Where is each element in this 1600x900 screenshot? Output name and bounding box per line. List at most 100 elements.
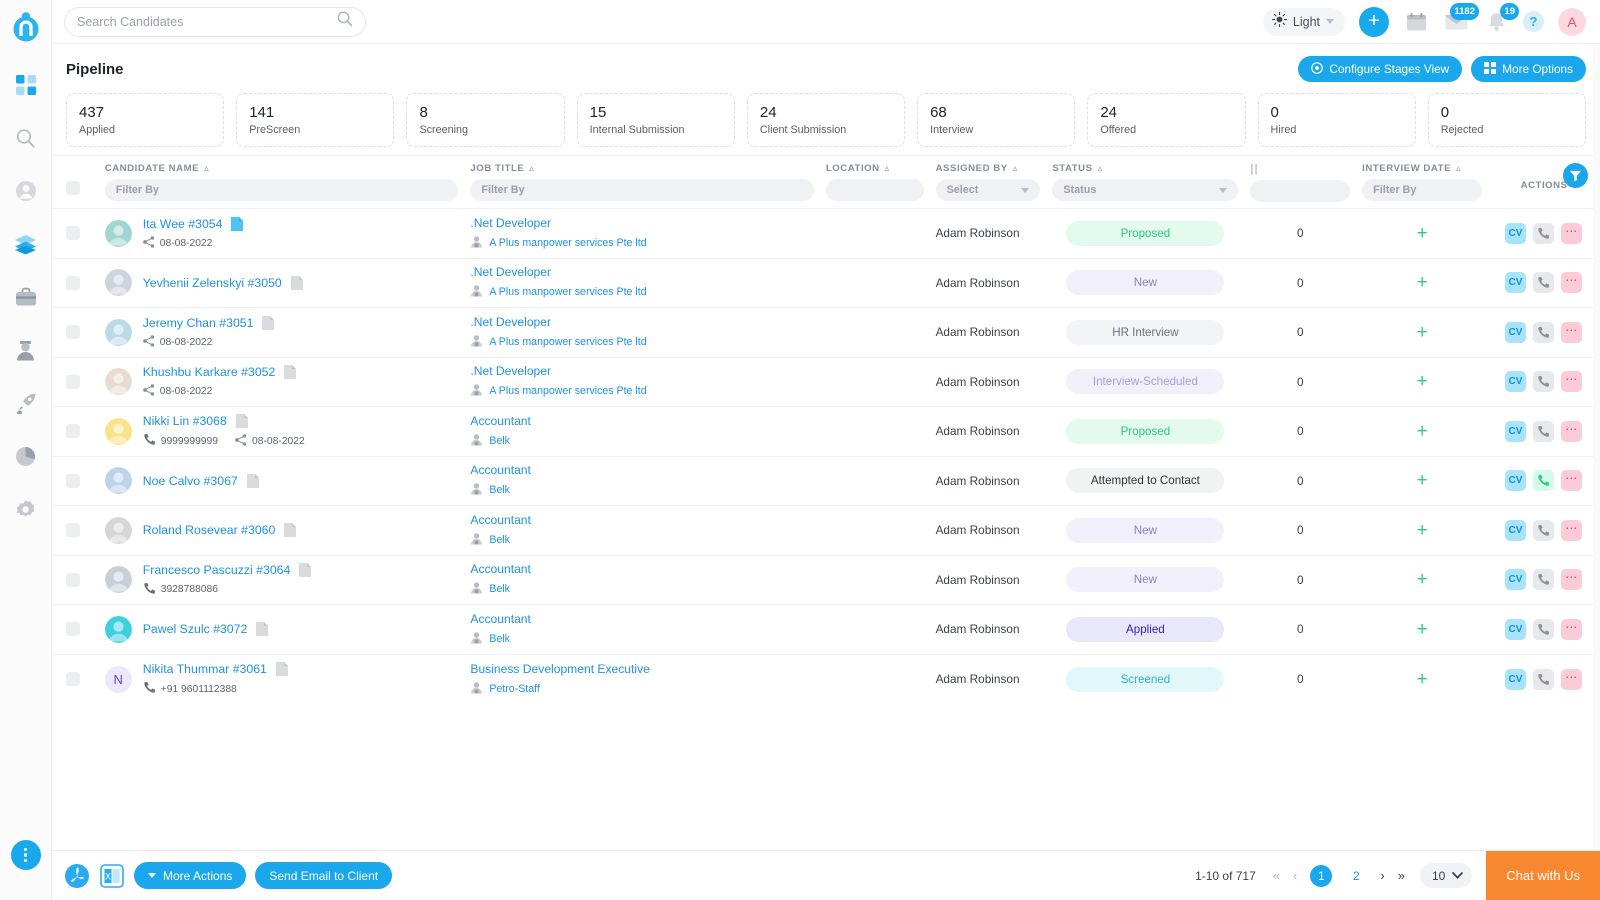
row-more-button[interactable]: ⋯ (1561, 223, 1582, 244)
row-more-button[interactable]: ⋯ (1561, 569, 1582, 590)
document-icon[interactable] (275, 661, 289, 677)
row-checkbox[interactable] (66, 672, 80, 686)
company-link[interactable]: Belk (470, 631, 814, 647)
candidate-name-link[interactable]: Pawel Szulc #3072 (143, 622, 248, 636)
scrollbar-track[interactable] (1593, 44, 1600, 850)
filter-status[interactable]: Status (1052, 179, 1238, 201)
help-icon[interactable]: ? (1523, 11, 1544, 32)
add-interview-date-icon[interactable]: + (1362, 521, 1482, 540)
table-row[interactable]: Ita Wee #305408-08-2022.Net DeveloperA P… (52, 209, 1600, 259)
cv-button[interactable]: CV (1505, 421, 1526, 442)
add-interview-date-icon[interactable]: + (1362, 273, 1482, 292)
table-row[interactable]: Nikki Lin #3068999999999908-08-2022Accou… (52, 407, 1600, 457)
mail-icon[interactable]: 1182 (1443, 9, 1469, 35)
job-title-link[interactable]: .Net Developer (470, 265, 814, 279)
sort-asc-icon[interactable]: ▵ (1013, 163, 1018, 174)
filter-assigned-by[interactable]: Select (936, 179, 1041, 201)
document-icon[interactable] (298, 562, 312, 578)
row-more-button[interactable]: ⋯ (1561, 272, 1582, 293)
add-interview-date-icon[interactable]: + (1362, 471, 1482, 490)
status-badge[interactable]: Proposed (1066, 419, 1224, 444)
status-badge[interactable]: New (1066, 270, 1224, 295)
cv-button[interactable]: CV (1505, 619, 1526, 640)
call-button[interactable] (1533, 322, 1554, 343)
cv-button[interactable]: CV (1505, 322, 1526, 343)
status-badge[interactable]: Attempted to Contact (1066, 468, 1224, 493)
add-interview-date-icon[interactable]: + (1362, 323, 1482, 342)
last-page-button[interactable]: » (1398, 868, 1405, 883)
cv-button[interactable]: CV (1505, 520, 1526, 541)
send-email-to-client-button[interactable]: Send Email to Client (255, 862, 392, 889)
call-button[interactable] (1533, 470, 1554, 491)
company-link[interactable]: A Plus manpower services Pte ltd (470, 334, 814, 350)
cv-button[interactable]: CV (1505, 470, 1526, 491)
row-checkbox[interactable] (66, 573, 80, 587)
sidebar-item-dashboard[interactable] (11, 70, 41, 100)
document-icon[interactable] (246, 473, 260, 489)
document-icon[interactable] (261, 315, 275, 331)
search-input[interactable] (77, 15, 337, 29)
table-row[interactable]: Roland Rosevear #3060AccountantBelkAdam … (52, 506, 1600, 556)
sidebar-item-candidates[interactable] (11, 335, 41, 365)
job-title-link[interactable]: Business Development Executive (470, 662, 814, 676)
call-button[interactable] (1533, 569, 1554, 590)
next-page-button[interactable]: › (1380, 868, 1384, 883)
company-link[interactable]: A Plus manpower services Pte ltd (470, 235, 814, 251)
company-link[interactable]: A Plus manpower services Pte ltd (470, 284, 814, 300)
search-bar[interactable] (64, 7, 366, 37)
stage-card-offered[interactable]: 24Offered (1087, 93, 1245, 147)
row-more-button[interactable]: ⋯ (1561, 470, 1582, 491)
chat-with-us-button[interactable]: Chat with Us (1486, 851, 1600, 900)
stage-card-interview[interactable]: 68Interview (917, 93, 1075, 147)
call-button[interactable] (1533, 619, 1554, 640)
company-link[interactable]: Petro-Staff (470, 681, 814, 697)
candidate-name-link[interactable]: Nikki Lin #3068 (143, 414, 227, 428)
document-icon[interactable] (255, 621, 269, 637)
candidate-name-link[interactable]: Jeremy Chan #3051 (143, 316, 254, 330)
sidebar-item-reports[interactable] (11, 441, 41, 471)
sidebar-item-campaigns[interactable] (11, 388, 41, 418)
filter-count[interactable] (1250, 180, 1350, 202)
cv-button[interactable]: CV (1505, 223, 1526, 244)
theme-switcher[interactable]: Light (1263, 8, 1345, 36)
vertical-dots-icon[interactable] (11, 840, 41, 870)
calendar-icon[interactable] (1403, 9, 1429, 35)
stage-card-prescreen[interactable]: 141PreScreen (236, 93, 394, 147)
add-interview-date-icon[interactable]: + (1362, 224, 1482, 243)
sidebar-item-contacts[interactable] (11, 176, 41, 206)
more-options-button[interactable]: More Options (1471, 56, 1586, 82)
sort-asc-icon[interactable]: ▵ (1456, 163, 1461, 174)
document-icon[interactable] (290, 275, 304, 291)
row-checkbox[interactable] (66, 424, 80, 438)
row-more-button[interactable]: ⋯ (1561, 322, 1582, 343)
add-interview-date-icon[interactable]: + (1362, 620, 1482, 639)
funnel-icon[interactable] (1563, 163, 1588, 188)
per-page-select[interactable]: 10 (1420, 863, 1472, 888)
status-badge[interactable]: Screened (1066, 667, 1224, 692)
call-button[interactable] (1533, 223, 1554, 244)
row-phone[interactable]: 3928788086 (143, 582, 218, 598)
filter-job-title[interactable]: Filter By (470, 179, 814, 201)
row-phone[interactable]: 9999999999 (143, 433, 218, 449)
filter-candidate-name[interactable]: Filter By (105, 179, 459, 201)
filter-interview-date[interactable]: Filter By (1362, 179, 1482, 201)
company-link[interactable]: Belk (470, 482, 814, 498)
row-checkbox[interactable] (66, 474, 80, 488)
cv-button[interactable]: CV (1505, 272, 1526, 293)
table-row[interactable]: Yevhenii Zelenskyi #3050.Net DeveloperA … (52, 258, 1600, 308)
row-more-button[interactable]: ⋯ (1561, 421, 1582, 442)
candidate-name-link[interactable]: Khushbu Karkare #3052 (143, 365, 276, 379)
row-checkbox[interactable] (66, 226, 80, 240)
call-button[interactable] (1533, 371, 1554, 392)
add-button[interactable]: + (1359, 7, 1389, 37)
stage-card-internal-submission[interactable]: 15Internal Submission (577, 93, 735, 147)
row-more-button[interactable]: ⋯ (1561, 669, 1582, 690)
stage-card-screening[interactable]: 8Screening (406, 93, 564, 147)
status-badge[interactable]: Proposed (1066, 221, 1224, 246)
job-title-link[interactable]: .Net Developer (470, 216, 814, 230)
sort-asc-icon[interactable]: ▵ (204, 163, 209, 174)
add-interview-date-icon[interactable]: + (1362, 372, 1482, 391)
candidate-name-link[interactable]: Roland Rosevear #3060 (143, 523, 276, 537)
company-link[interactable]: Belk (470, 532, 814, 548)
sidebar-item-jobs[interactable] (11, 282, 41, 312)
